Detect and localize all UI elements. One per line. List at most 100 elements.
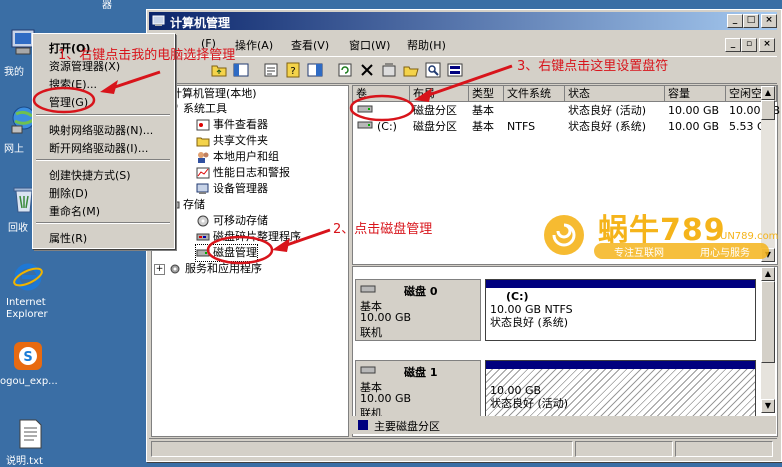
watermark-slogan-1: 专注互联网	[614, 248, 664, 259]
ie-icon[interactable]	[12, 261, 44, 293]
disk-0-partition[interactable]: (C:) 10.00 GB NTFS 状态良好 (系统)	[485, 279, 756, 341]
cell-status: 状态良好 (活动)	[568, 104, 647, 117]
tree-item-system-tools[interactable]: 系统工具	[166, 101, 227, 117]
menu-bar: (F) 操作(A) 查看(V) 窗口(W) 帮助(H) _ ▫ ×	[149, 34, 777, 54]
delete-icon[interactable]	[357, 60, 377, 80]
tree-item-event-viewer[interactable]: 事件查看器	[196, 117, 268, 133]
text-file-icon[interactable]	[14, 418, 46, 450]
scroll-down-icon[interactable]: ▼	[761, 399, 775, 413]
desktop-icon-label-network: 网上	[4, 144, 24, 155]
scroll-up-icon[interactable]: ▲	[761, 267, 775, 281]
event-viewer-icon	[196, 119, 210, 131]
console-icon[interactable]	[305, 60, 325, 80]
scroll-up-icon[interactable]: ▲	[761, 86, 775, 100]
menu-help[interactable]: 帮助(H)	[407, 37, 446, 53]
mdi-close-button[interactable]: ×	[759, 38, 775, 52]
scroll-thumb[interactable]	[761, 281, 775, 363]
table-row[interactable]: (C:) 磁盘分区 基本 NTFS 状态良好 (系统) 10.00 GB 5.5…	[353, 119, 777, 135]
disk-0-state: 联机	[360, 326, 382, 339]
desktop-icon-label-recycle: 回收	[8, 223, 28, 234]
search-icon[interactable]	[423, 60, 443, 80]
properties-icon[interactable]	[261, 60, 281, 80]
watermark-site: UN789.com	[720, 231, 779, 242]
disk-icon	[360, 365, 376, 378]
context-menu: 打开(O) 资源管理器(X) 搜索(E)... 管理(G) 映射网络驱动器(N)…	[32, 33, 175, 249]
volume-icon	[357, 119, 373, 135]
menu-item-map-drive[interactable]: 映射网络驱动器(N)...	[49, 122, 153, 138]
tree-item-removable-storage[interactable]: 可移动存储	[196, 213, 268, 229]
menu-view[interactable]: 查看(V)	[291, 37, 329, 53]
tree-item-defrag[interactable]: 磁盘碎片整理程序	[196, 229, 301, 245]
disk-0-name: 磁盘 0	[404, 285, 438, 298]
sogou-icon[interactable]: S	[12, 340, 44, 372]
disk-0-label[interactable]: 磁盘 0 基本 10.00 GB 联机	[355, 279, 481, 341]
column-header-type[interactable]: 类型	[469, 86, 504, 102]
tree-item-local-users[interactable]: 本地用户和组	[196, 149, 279, 165]
partition-name: (C:)	[506, 290, 529, 303]
disk-scrollbar[interactable]: ▲ ▼	[761, 267, 775, 413]
menu-item-manage[interactable]: 管理(G)	[49, 94, 88, 110]
cell-layout: 磁盘分区	[413, 104, 457, 117]
column-header-filesystem[interactable]: 文件系统	[504, 86, 565, 102]
disk-1-name: 磁盘 1	[404, 366, 438, 379]
scroll-thumb[interactable]	[761, 100, 775, 120]
maximize-button[interactable]: □	[743, 14, 759, 28]
annotation-step-3: 3、右键点击这里设置盘符	[517, 59, 669, 74]
mdi-restore-button[interactable]: ▫	[741, 38, 757, 52]
menu-item-delete[interactable]: 删除(D)	[49, 185, 88, 201]
tree-item-performance[interactable]: 性能日志和警报	[196, 165, 290, 181]
menu-item-search[interactable]: 搜索(E)...	[49, 76, 97, 92]
tree-item-shared-folders[interactable]: 共享文件夹	[196, 133, 268, 149]
open-folder-icon[interactable]	[401, 60, 421, 80]
refresh-icon[interactable]	[335, 60, 355, 80]
minimize-button[interactable]: _	[727, 14, 743, 28]
computer-management-icon	[152, 14, 166, 28]
annotation-step-1: 1、右键点击我的电脑选择管理	[58, 48, 236, 63]
menu-action[interactable]: 操作(A)	[235, 37, 273, 53]
status-bar	[149, 438, 777, 457]
cell-filesystem: NTFS	[507, 120, 536, 133]
up-folder-icon[interactable]	[209, 60, 229, 80]
partition-legend: 主要磁盘分区	[352, 416, 776, 434]
disk-properties-icon[interactable]	[379, 60, 399, 80]
partition-color-bar	[486, 280, 755, 288]
help-icon[interactable]: ?	[283, 60, 303, 80]
title-bar[interactable]: 计算机管理 _ □ ×	[149, 12, 777, 30]
device-manager-icon	[196, 183, 210, 195]
status-segment-3	[675, 441, 773, 457]
tree-item-services-apps[interactable]: + 服务和应用程序	[154, 261, 262, 277]
tree-item-device-manager[interactable]: 设备管理器	[196, 181, 268, 197]
menu-separator	[36, 114, 170, 116]
desktop-icon-label-ie-1: Internet	[6, 297, 46, 308]
menu-item-properties[interactable]: 属性(R)	[49, 230, 87, 246]
menu-window[interactable]: 窗口(W)	[349, 37, 390, 53]
menu-item-disconnect-drive[interactable]: 断开网络驱动器(I)...	[49, 140, 148, 156]
svg-text:?: ?	[290, 66, 295, 77]
mdi-minimize-button[interactable]: _	[725, 38, 741, 52]
console-tree: 计算机管理(本地) 系统工具 事件查看器 共享文件夹 本地用户和组 性能日志和警…	[151, 85, 349, 437]
tree-item-disk-management[interactable]: 磁盘管理	[195, 244, 258, 262]
cell-volume: (C:)	[377, 120, 397, 133]
svg-text:S: S	[23, 350, 32, 365]
menu-item-rename[interactable]: 重命名(M)	[49, 203, 100, 219]
column-header-volume[interactable]: 卷	[353, 86, 410, 102]
volume-icon	[357, 103, 373, 119]
column-header-status[interactable]: 状态	[565, 86, 665, 102]
disk-view-icon[interactable]	[445, 60, 465, 80]
column-header-capacity[interactable]: 容量	[665, 86, 726, 102]
partition-color-bar	[486, 361, 755, 369]
disk-management-icon	[196, 247, 210, 259]
table-row[interactable]: 磁盘分区 基本 状态良好 (活动) 10.00 GB 10.00 GB	[353, 103, 780, 119]
status-segment-2	[575, 441, 673, 457]
show-tree-icon[interactable]	[231, 60, 251, 80]
users-icon	[196, 151, 210, 163]
menu-item-create-shortcut[interactable]: 创建快捷方式(S)	[49, 167, 131, 183]
close-button[interactable]: ×	[761, 14, 777, 28]
cell-capacity: 10.00 GB	[668, 104, 720, 117]
disk-0-size: 10.00 GB	[360, 311, 412, 324]
site-watermark: 蜗牛789 UN789.com 专注互联网 用心与服务	[540, 205, 779, 267]
column-header-layout[interactable]: 布局	[410, 86, 469, 102]
annotation-step-2: 2、点击磁盘管理	[333, 222, 433, 237]
desktop-icon-label-my-computer: 我的	[4, 67, 24, 78]
expand-toggle[interactable]: +	[154, 263, 165, 275]
